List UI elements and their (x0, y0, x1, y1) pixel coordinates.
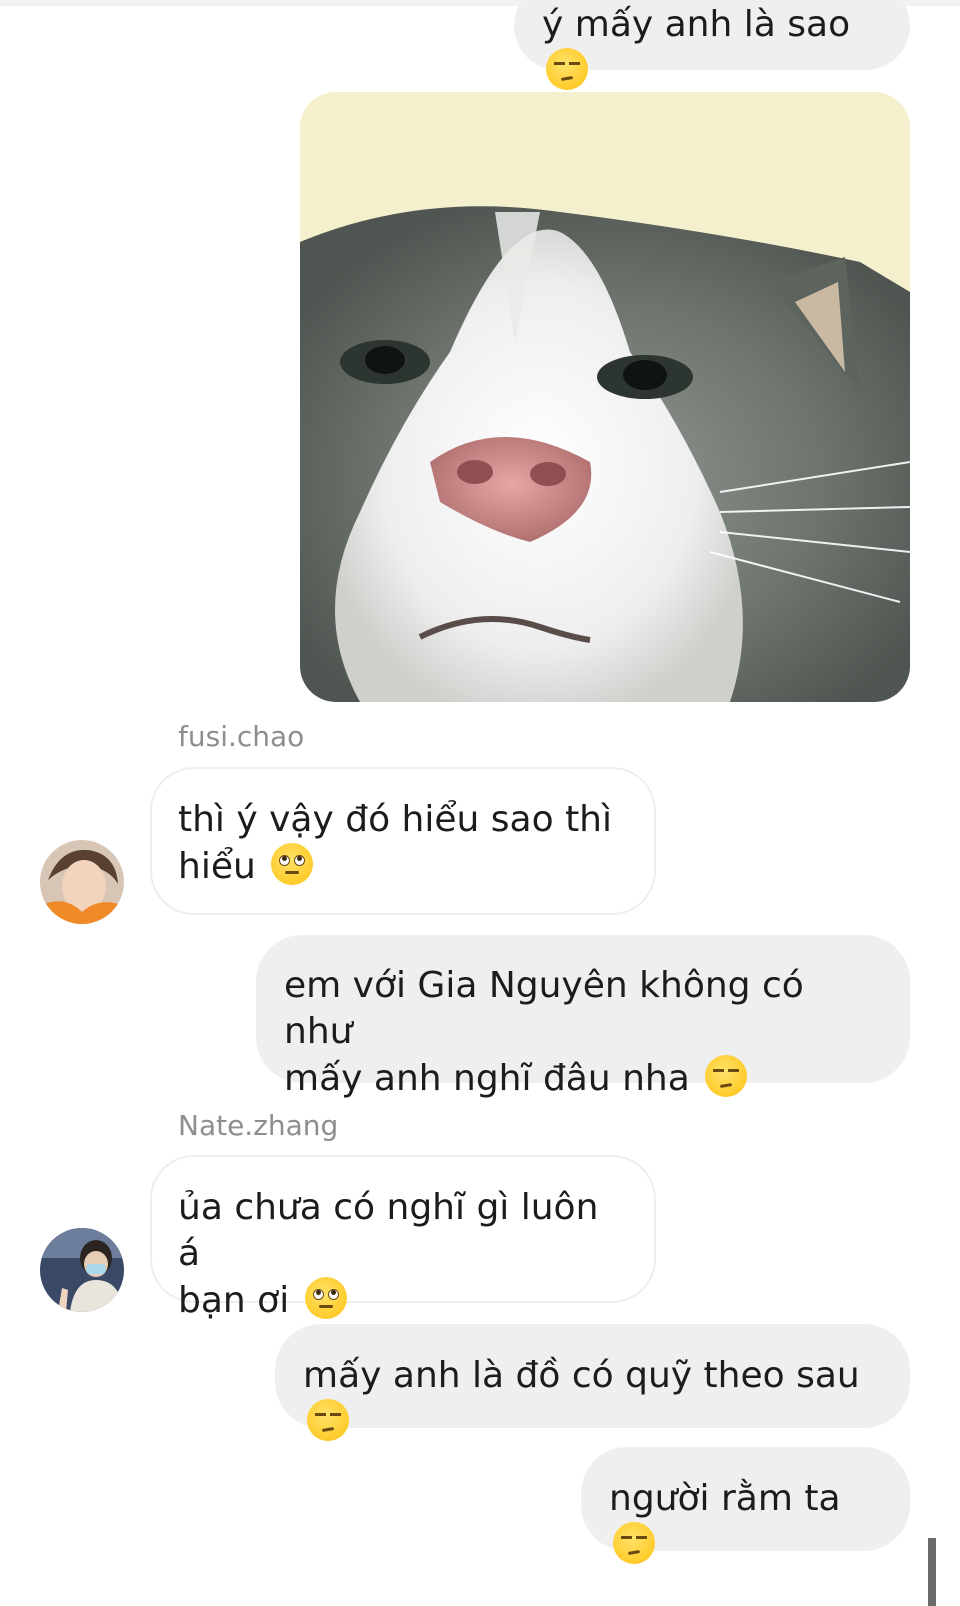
avatar-fusi-chao[interactable] (40, 840, 124, 924)
face-with-rolling-eyes-emoji (271, 843, 314, 885)
sender-name: Nate.zhang (178, 1109, 339, 1142)
face-with-rolling-eyes-emoji (304, 1277, 347, 1319)
unamused-face-emoji (307, 1399, 349, 1441)
sender-name: fusi.chao (178, 720, 305, 753)
message-text: mấy anh là đồ có quỹ theo sau (303, 1355, 860, 1396)
unamused-face-emoji (613, 1522, 655, 1564)
unamused-face-emoji (546, 48, 588, 90)
message-bubble-outgoing[interactable]: em với Gia Nguyên không có như mấy anh n… (256, 935, 910, 1099)
cat-face-image (300, 92, 910, 702)
unamused-face-emoji (705, 1055, 748, 1097)
message-bubble-outgoing[interactable]: người rằm ta (581, 1447, 910, 1564)
scrollbar-handle[interactable] (928, 1538, 936, 1606)
message-bubble-outgoing[interactable]: mấy anh là đồ có quỹ theo sau (275, 1324, 910, 1441)
message-bubble-incoming[interactable]: thì ý vậy đó hiểu sao thì hiểu (150, 767, 656, 915)
message-bubble-incoming[interactable]: ủa chưa có nghĩ gì luôn á bạn ơi (150, 1155, 656, 1321)
message-bubble-outgoing[interactable]: ý mấy anh là sao (514, 0, 910, 90)
avatar-nate-zhang[interactable] (40, 1228, 124, 1312)
message-text: người rằm ta (609, 1478, 841, 1519)
message-text: ý mấy anh là sao (542, 4, 851, 45)
message-text: thì ý vậy đó hiểu sao thì hiểu (178, 799, 613, 887)
cat-face-photo[interactable] (300, 92, 910, 702)
message-text: ủa chưa có nghĩ gì luôn á bạn ơi (178, 1187, 599, 1321)
